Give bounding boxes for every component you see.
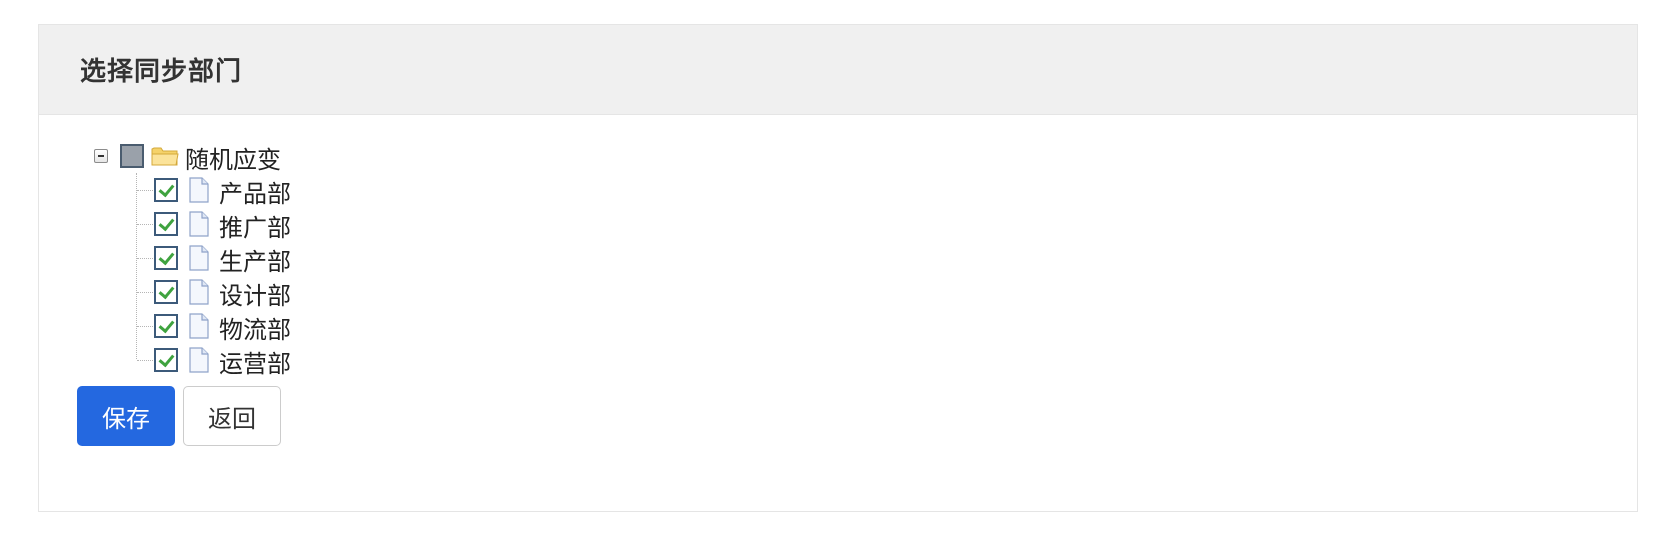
file-icon bbox=[188, 347, 210, 373]
file-icon bbox=[188, 211, 210, 237]
tree-node-child: 物流部 bbox=[39, 311, 359, 344]
back-button[interactable]: 返回 bbox=[183, 386, 281, 446]
department-checkbox[interactable] bbox=[154, 178, 178, 202]
tree-node-label[interactable]: 生产部 bbox=[219, 242, 291, 277]
tree-node-child: 推广部 bbox=[39, 209, 359, 242]
file-icon bbox=[188, 279, 210, 305]
save-button[interactable]: 保存 bbox=[77, 386, 175, 446]
tree-node-label[interactable]: 推广部 bbox=[219, 208, 291, 243]
collapse-toggle-icon[interactable] bbox=[94, 149, 108, 163]
panel-header: 选择同步部门 bbox=[39, 25, 1637, 115]
page-title: 选择同步部门 bbox=[80, 57, 243, 87]
tree-node-root: 随机应变 bbox=[39, 141, 339, 174]
file-icon bbox=[188, 245, 210, 271]
root-checkbox[interactable] bbox=[120, 144, 144, 168]
folder-open-icon bbox=[151, 145, 179, 167]
department-checkbox[interactable] bbox=[154, 212, 178, 236]
department-checkbox[interactable] bbox=[154, 246, 178, 270]
tree-node-label[interactable]: 运营部 bbox=[219, 344, 291, 379]
tree-node-child: 运营部 bbox=[39, 345, 359, 378]
department-checkbox[interactable] bbox=[154, 314, 178, 338]
sync-department-panel: 选择同步部门 随机应变 产品部 推广部 生产部 设计部 物流部 运营部 保存 返… bbox=[38, 24, 1638, 512]
department-checkbox[interactable] bbox=[154, 280, 178, 304]
department-checkbox[interactable] bbox=[154, 348, 178, 372]
tree-node-label[interactable]: 物流部 bbox=[219, 310, 291, 345]
tree-node-child: 产品部 bbox=[39, 175, 359, 208]
tree-node-label[interactable]: 随机应变 bbox=[185, 140, 281, 175]
file-icon bbox=[188, 313, 210, 339]
tree-node-label[interactable]: 产品部 bbox=[219, 174, 291, 209]
tree-node-child: 设计部 bbox=[39, 277, 359, 310]
tree-node-child: 生产部 bbox=[39, 243, 359, 276]
file-icon bbox=[188, 177, 210, 203]
tree-node-label[interactable]: 设计部 bbox=[219, 276, 291, 311]
